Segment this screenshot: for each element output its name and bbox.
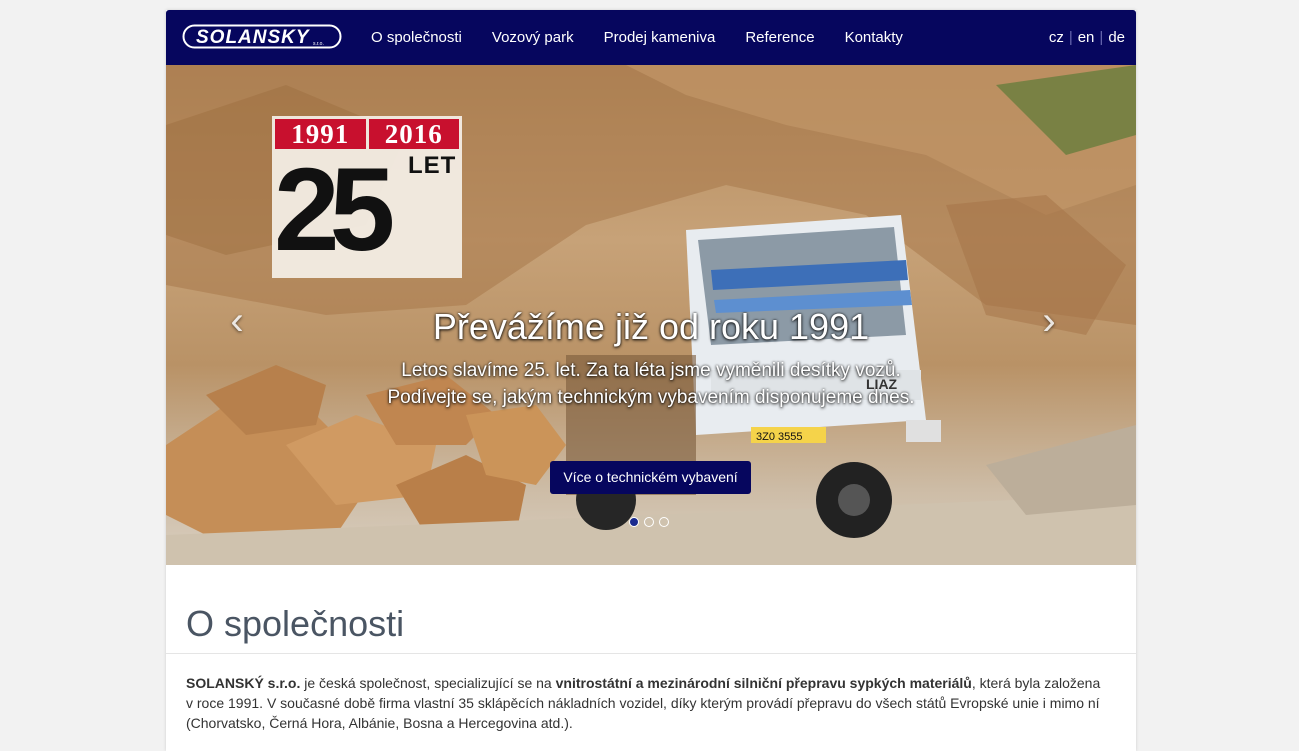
intro-highlight: vnitrostátní a mezinárodní silniční přep…: [555, 675, 972, 691]
logo-text: SOLANSKY: [196, 27, 311, 48]
section-divider: [166, 653, 1136, 654]
page-container: SOLANSKY s.r.o. O společnosti Vozový par…: [166, 10, 1136, 751]
badge-number: 25: [274, 144, 395, 276]
hero-carousel: 3Z0 3555 LIAZ 1991 2016 25 LET ‹ › Převá…: [166, 65, 1136, 565]
carousel-prev-icon[interactable]: ‹: [222, 301, 252, 341]
nav-item-o-spolecnosti[interactable]: O společnosti: [356, 10, 477, 65]
language-switcher: cz | en | de: [1044, 10, 1130, 65]
lang-cz[interactable]: cz: [1044, 29, 1069, 46]
nav-item-reference[interactable]: Reference: [730, 10, 829, 65]
carousel-indicator-1[interactable]: [629, 517, 639, 527]
nav-item-prodej-kameniva[interactable]: Prodej kameniva: [589, 10, 731, 65]
nav-item-vozovy-park[interactable]: Vozový park: [477, 10, 589, 65]
logo-sub: s.r.o.: [313, 41, 324, 47]
carousel-indicators: [629, 517, 669, 527]
anniversary-badge: 1991 2016 25 LET: [272, 116, 462, 278]
lang-de[interactable]: de: [1103, 29, 1130, 46]
badge-unit: LET: [408, 152, 457, 179]
carousel-indicator-2[interactable]: [644, 517, 654, 527]
main-nav: O společnosti Vozový park Prodej kameniv…: [356, 10, 918, 65]
carousel-indicator-3[interactable]: [659, 517, 669, 527]
solansky-logo[interactable]: SOLANSKY s.r.o.: [182, 24, 342, 49]
technical-equipment-button[interactable]: Více o technickém vybavení: [550, 461, 751, 494]
hero-text: Letos slavíme 25. let. Za ta léta jsme v…: [387, 360, 915, 408]
carousel-caption: Převážíme již od roku 1991 Letos slavíme…: [351, 307, 951, 411]
nav-item-kontakty[interactable]: Kontakty: [830, 10, 918, 65]
navbar: SOLANSKY s.r.o. O společnosti Vozový par…: [166, 10, 1136, 65]
company-name: SOLANSKÝ s.r.o.: [186, 675, 301, 691]
hero-title: Převážíme již od roku 1991: [432, 306, 870, 347]
section-title: O společnosti: [186, 603, 405, 644]
intro-text-1: je česká společnost, specializující se n…: [300, 675, 556, 691]
company-intro: SOLANSKÝ s.r.o. je česká společnost, spe…: [186, 673, 1111, 733]
lang-en[interactable]: en: [1073, 29, 1100, 46]
truck-plate: 3Z0 3555: [756, 431, 802, 443]
carousel-next-icon[interactable]: ›: [1034, 301, 1064, 341]
